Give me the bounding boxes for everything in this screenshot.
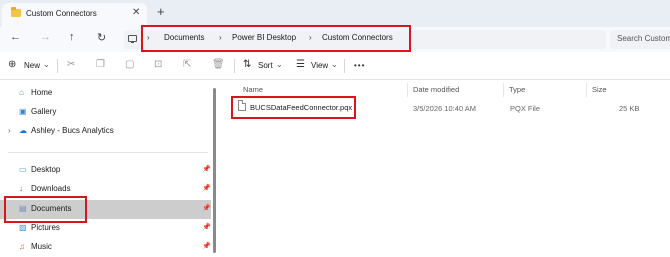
this-pc-icon[interactable] <box>128 35 137 43</box>
tab-title: Custom Connectors <box>26 9 97 18</box>
sidebar-item-label: Desktop <box>31 165 61 174</box>
up-icon[interactable]: ↑ <box>69 31 75 43</box>
desktop-icon: ▭ <box>19 165 27 174</box>
new-button[interactable]: New <box>24 61 40 70</box>
new-icon[interactable]: ⊕ <box>8 59 16 70</box>
pictures-icon: ▨ <box>19 223 27 232</box>
share-icon[interactable]: ⇱ <box>183 59 191 70</box>
sidebar-item-label: Downloads <box>31 184 71 193</box>
divider <box>57 59 58 73</box>
close-tab-icon[interactable]: ✕ <box>132 7 140 18</box>
sidebar-item-label: Pictures <box>31 223 60 232</box>
new-dropdown-icon[interactable]: ⌄ <box>43 60 50 69</box>
cut-icon[interactable]: ✂ <box>67 59 75 70</box>
pin-icon[interactable]: 📌 <box>202 184 211 192</box>
divider <box>234 59 235 73</box>
breadcrumb-power-bi-desktop[interactable]: Power BI Desktop <box>232 33 296 42</box>
more-options-icon[interactable]: ••• <box>354 61 365 70</box>
delete-icon[interactable]: 🗑 <box>212 59 225 70</box>
rename-icon[interactable]: ⊡ <box>154 59 162 70</box>
tab-strip: Custom Connectors ✕ + <box>0 0 670 27</box>
pin-icon[interactable]: 📌 <box>202 165 211 173</box>
sort-button[interactable]: Sort <box>258 61 273 70</box>
command-bar: ⊕ New ⌄ ✂ ❐ ▢ ⊡ ⇱ 🗑 ⇅ Sort ⌄ ☰ View ⌄ ••… <box>0 52 670 80</box>
divider <box>8 152 208 153</box>
sort-dropdown-icon[interactable]: ⌄ <box>276 60 283 69</box>
sidebar-item-label: Home <box>31 88 53 97</box>
column-header-type[interactable]: Type <box>509 85 525 94</box>
column-header-size[interactable]: Size <box>592 85 607 94</box>
breadcrumb-separator-icon[interactable]: › <box>147 33 150 42</box>
highlight-box <box>231 96 356 119</box>
folder-icon <box>11 7 21 17</box>
sidebar-item-home[interactable]: ⌂ Home <box>0 84 211 103</box>
column-divider[interactable] <box>407 83 408 97</box>
breadcrumb-separator-icon[interactable]: › <box>309 33 312 42</box>
breadcrumb-documents[interactable]: Documents <box>164 33 204 42</box>
sidebar-item-gallery[interactable]: ▣ Gallery <box>0 103 211 122</box>
view-icon[interactable]: ☰ <box>296 59 305 70</box>
sidebar-scrollbar[interactable] <box>213 88 216 253</box>
sidebar-item-pictures[interactable]: ▨ Pictures 📌 <box>0 219 211 238</box>
home-icon: ⌂ <box>19 88 24 97</box>
sidebar-item-onedrive[interactable]: › ☁ Ashley - Bucs Analytics <box>0 122 211 141</box>
onedrive-icon: ☁ <box>19 126 27 135</box>
search-input[interactable]: Search Custom <box>610 30 670 49</box>
sort-icon[interactable]: ⇅ <box>243 59 251 70</box>
column-divider[interactable] <box>586 83 587 97</box>
refresh-icon[interactable]: ↻ <box>97 31 106 44</box>
gallery-icon: ▣ <box>19 107 27 116</box>
pin-icon[interactable]: 📌 <box>202 242 211 250</box>
forward-icon[interactable]: → <box>40 31 51 43</box>
pin-icon[interactable]: 📌 <box>202 204 211 212</box>
divider <box>344 59 345 73</box>
file-list: Name Date modified Type Size BUCSDataFee… <box>217 80 670 257</box>
navigation-pane: ⌂ Home ▣ Gallery › ☁ Ashley - Bucs Analy… <box>0 80 213 257</box>
column-header-date-modified[interactable]: Date modified <box>413 85 459 94</box>
column-divider[interactable] <box>503 83 504 97</box>
file-date-modified: 3/5/2026 10:40 AM <box>413 104 476 113</box>
file-size: 25 KB <box>619 104 640 113</box>
tab-custom-connectors[interactable]: Custom Connectors ✕ <box>2 3 147 27</box>
sidebar-item-label: Music <box>31 242 52 251</box>
sidebar-item-label: Ashley - Bucs Analytics <box>31 126 114 135</box>
paste-icon[interactable]: ▢ <box>125 59 134 70</box>
search-placeholder: Search Custom <box>617 34 670 43</box>
expand-chevron-icon[interactable]: › <box>8 126 11 135</box>
sidebar-item-label: Gallery <box>31 107 57 116</box>
view-dropdown-icon[interactable]: ⌄ <box>331 60 338 69</box>
downloads-icon: ↓ <box>19 184 23 193</box>
breadcrumb-custom-connectors[interactable]: Custom Connectors <box>322 33 393 42</box>
pin-icon[interactable]: 📌 <box>202 223 211 231</box>
sidebar-item-desktop[interactable]: ▭ Desktop 📌 <box>0 161 211 180</box>
copy-icon[interactable]: ❐ <box>96 59 105 70</box>
music-icon: ♫ <box>19 242 25 251</box>
sidebar-item-music[interactable]: ♫ Music 📌 <box>0 238 211 257</box>
breadcrumb: › Documents › Power BI Desktop › Custom … <box>141 25 411 52</box>
view-button[interactable]: View <box>311 61 328 70</box>
back-icon[interactable]: ← <box>10 31 21 43</box>
breadcrumb-separator-icon[interactable]: › <box>219 33 222 42</box>
column-header-name[interactable]: Name <box>243 85 263 94</box>
file-type: PQX File <box>510 104 541 113</box>
new-tab-icon[interactable]: + <box>157 4 165 19</box>
